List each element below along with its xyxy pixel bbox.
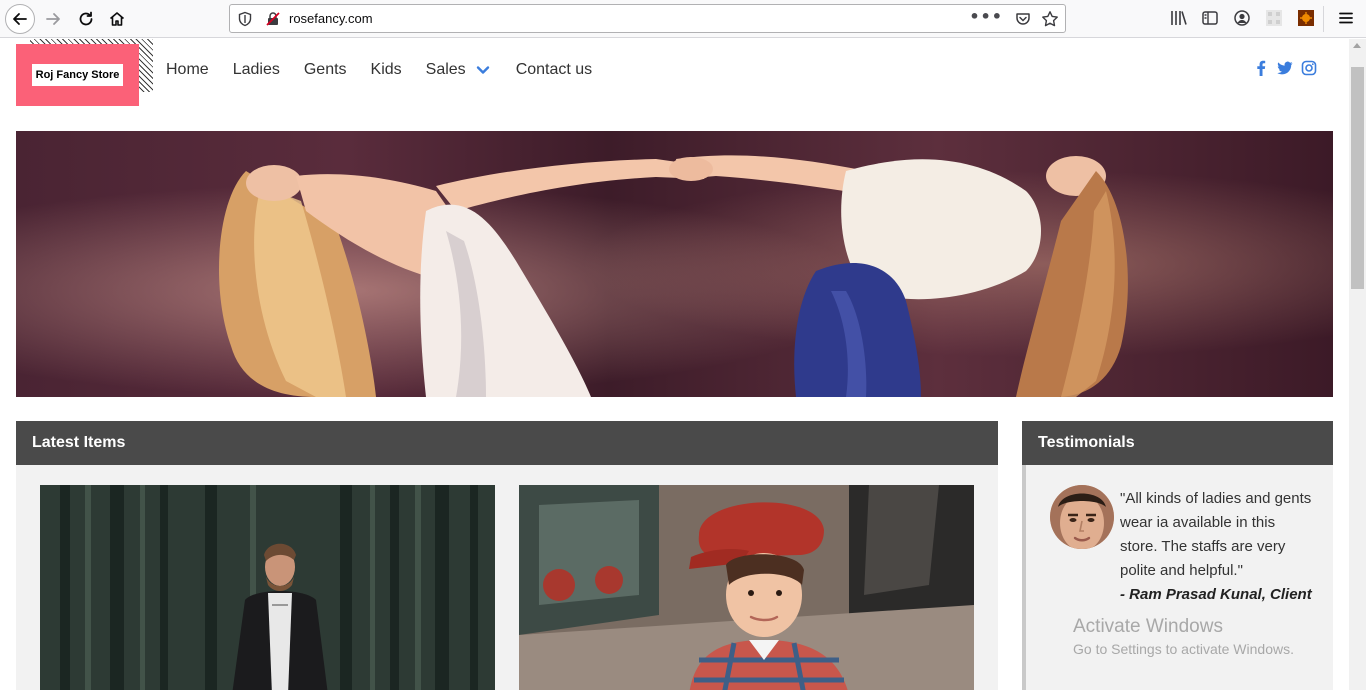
- forward-icon: [46, 13, 60, 25]
- back-button[interactable]: [5, 4, 35, 34]
- site-logo[interactable]: Roj Fancy Store: [16, 44, 139, 106]
- hero-illustration: [16, 131, 1333, 397]
- twitter-icon[interactable]: [1277, 60, 1293, 76]
- back-icon: [13, 13, 27, 25]
- page-actions-menu[interactable]: •••: [969, 7, 1003, 26]
- nav-gents[interactable]: Gents: [304, 61, 347, 79]
- nav-home[interactable]: Home: [166, 61, 209, 79]
- instagram-icon[interactable]: [1301, 60, 1317, 76]
- activate-windows-subtext: Go to Settings to activate Windows.: [1073, 641, 1294, 657]
- scroll-up-arrow-icon[interactable]: [1353, 43, 1361, 48]
- home-button[interactable]: [102, 4, 132, 34]
- latest-items-title: Latest Items: [32, 434, 126, 451]
- reload-icon: [79, 11, 93, 26]
- reload-button[interactable]: [71, 4, 101, 34]
- nav-sales[interactable]: Sales: [426, 61, 466, 79]
- avatar-portrait: [1050, 485, 1114, 549]
- address-bar[interactable]: rosefancy.com •••: [229, 4, 1066, 33]
- page-scrollbar[interactable]: [1349, 39, 1366, 690]
- home-icon: [109, 12, 125, 26]
- testimonial-author: - Ram Prasad Kunal, Client: [1120, 586, 1312, 603]
- main-navigation: Home Ladies Gents Kids Sales Contact us: [166, 59, 616, 81]
- extension-icon[interactable]: [1297, 9, 1315, 27]
- toolbar-separator: [1323, 6, 1324, 32]
- product-image-man: [40, 485, 495, 690]
- menu-icon[interactable]: [1337, 9, 1355, 27]
- hero-banner-image: [16, 131, 1333, 397]
- product-image-kid: [519, 485, 974, 690]
- testimonials-title: Testimonials: [1038, 434, 1135, 451]
- testimonials-header: Testimonials: [1022, 421, 1333, 465]
- nav-kids[interactable]: Kids: [371, 61, 402, 79]
- testimonial-avatar: [1050, 485, 1114, 549]
- shield-icon[interactable]: [237, 11, 253, 27]
- sidebar-icon[interactable]: [1201, 9, 1219, 27]
- latest-item-card[interactable]: [40, 485, 495, 690]
- star-icon[interactable]: [1041, 10, 1059, 28]
- activate-windows-watermark: Activate Windows: [1073, 616, 1223, 637]
- logo-label-box: Roj Fancy Store: [32, 64, 123, 86]
- url-text[interactable]: rosefancy.com: [289, 11, 373, 26]
- extension-icon[interactable]: [1265, 9, 1283, 27]
- nav-contact[interactable]: Contact us: [516, 61, 592, 79]
- nav-ladies[interactable]: Ladies: [233, 61, 280, 79]
- nav-sales-dropdown[interactable]: Sales: [426, 61, 490, 79]
- latest-item-card[interactable]: [519, 485, 974, 690]
- latest-items-header: Latest Items: [16, 421, 998, 465]
- pocket-icon[interactable]: [1015, 11, 1031, 27]
- scroll-thumb[interactable]: [1351, 67, 1364, 289]
- testimonial-quote: "All kinds of ladies and gents wear ia a…: [1120, 490, 1312, 579]
- chevron-down-icon[interactable]: [476, 65, 490, 75]
- browser-toolbar: rosefancy.com •••: [0, 0, 1366, 38]
- web-page: Roj Fancy Store Home Ladies Gents Kids S…: [0, 39, 1349, 690]
- facebook-icon[interactable]: [1253, 60, 1269, 76]
- library-icon[interactable]: [1170, 9, 1188, 27]
- logo-text: Roj Fancy Store: [35, 69, 120, 81]
- forward-button[interactable]: [38, 4, 68, 34]
- account-icon[interactable]: [1233, 9, 1251, 27]
- insecure-lock-icon[interactable]: [265, 11, 281, 27]
